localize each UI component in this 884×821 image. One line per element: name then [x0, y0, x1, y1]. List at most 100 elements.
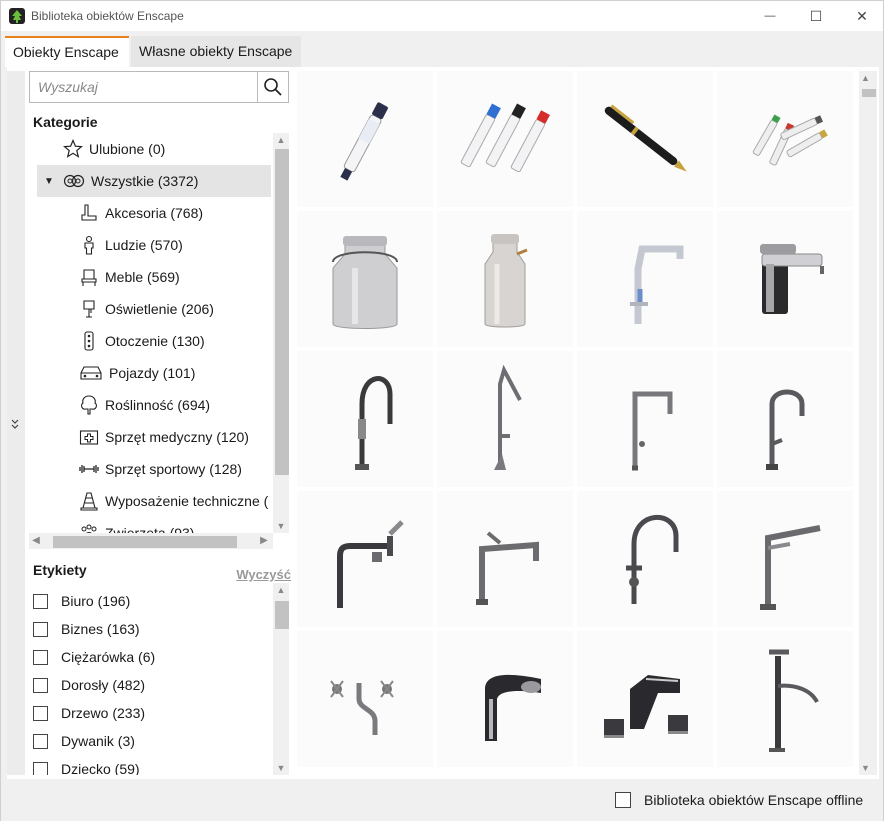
- collapse-arrow-icon[interactable]: ▼: [43, 176, 55, 187]
- asset-tile-faucet-square[interactable]: [577, 351, 713, 487]
- category-scroll-thumb[interactable]: [275, 149, 289, 475]
- footer-bar: Biblioteka obiektów Enscape offline: [1, 781, 883, 821]
- maximize-button[interactable]: ☐: [793, 1, 839, 31]
- tag-label: Ciężarówka (6): [61, 649, 156, 665]
- category-sports[interactable]: Sprzęt sportowy (128): [37, 453, 271, 485]
- scroll-left-icon[interactable]: ◀: [29, 533, 43, 549]
- tag-item[interactable]: Biznes (163): [33, 617, 140, 641]
- category-lighting[interactable]: Oświetlenie (206): [37, 293, 271, 325]
- lamp-icon: [79, 299, 99, 319]
- asset-tile-faucet-flat[interactable]: [437, 491, 573, 627]
- car-icon: [79, 363, 103, 383]
- category-accessories[interactable]: Akcesoria (768): [37, 197, 271, 229]
- tag-item[interactable]: Drzewo (233): [33, 701, 145, 725]
- maximize-icon: ☐: [809, 7, 823, 24]
- all-icon: [63, 171, 85, 191]
- category-label: Wszystkie (3372): [91, 173, 199, 189]
- category-vegetation[interactable]: Roślinność (694): [37, 389, 271, 421]
- asset-tile-faucet-spring[interactable]: [297, 351, 433, 487]
- tag-checkbox[interactable]: [33, 733, 48, 749]
- category-scrollbar[interactable]: ▲ ▼: [273, 133, 289, 533]
- scroll-right-icon[interactable]: ▶: [257, 533, 271, 549]
- categories-heading: Kategorie: [33, 114, 98, 130]
- window-title: Biblioteka obiektów Enscape: [31, 9, 184, 23]
- tag-checkbox[interactable]: [33, 649, 48, 665]
- tag-checkbox[interactable]: [33, 761, 48, 775]
- minimize-button[interactable]: —: [747, 1, 793, 31]
- search-box: [29, 71, 289, 103]
- tab-bar: Obiekty Enscape Własne obiekty Enscape: [1, 33, 883, 67]
- tab-enscape-objects[interactable]: Obiekty Enscape: [5, 36, 129, 67]
- filter-panel: Kategorie Ulubione (0) ▼ Wszystkie (3372…: [29, 71, 291, 775]
- tag-checkbox[interactable]: [33, 677, 48, 693]
- tag-item[interactable]: Ciężarówka (6): [33, 645, 155, 669]
- grid-scroll-thumb[interactable]: [862, 89, 876, 97]
- tags-scroll-thumb[interactable]: [275, 601, 289, 629]
- paw-icon: [79, 523, 99, 533]
- scroll-up-icon[interactable]: ▲: [273, 583, 289, 597]
- category-technical[interactable]: Wyposażenie techniczne (: [37, 485, 271, 517]
- asset-tile-milk-can-large[interactable]: [297, 211, 433, 347]
- tag-checkbox[interactable]: [33, 621, 48, 637]
- asset-tile-wall-mixer[interactable]: [297, 631, 433, 767]
- close-button[interactable]: ✕: [839, 1, 884, 31]
- asset-tile-pen[interactable]: [577, 71, 713, 207]
- tag-item[interactable]: Biuro (196): [33, 589, 130, 613]
- category-label: Ludzie (570): [105, 237, 183, 253]
- scroll-down-icon[interactable]: ▼: [273, 519, 289, 533]
- category-medical[interactable]: Sprzęt medyczny (120): [37, 421, 271, 453]
- tag-item[interactable]: Dywanik (3): [33, 729, 135, 753]
- category-label: Roślinność (694): [105, 397, 211, 413]
- tag-item[interactable]: Dorosły (482): [33, 673, 145, 697]
- tags-scrollbar[interactable]: ▲ ▼: [273, 583, 289, 775]
- asset-tile-milk-can-small[interactable]: [437, 211, 573, 347]
- category-horizontal-scrollbar[interactable]: ◀ ▶: [29, 533, 273, 549]
- tag-label: Biznes (163): [61, 621, 140, 637]
- collapse-panel-icon[interactable]: [11, 417, 19, 434]
- panel-collapse-strip[interactable]: [7, 71, 25, 775]
- scroll-down-icon[interactable]: ▼: [273, 761, 289, 775]
- category-label: Oświetlenie (206): [105, 301, 214, 317]
- category-vehicles[interactable]: Pojazdy (101): [37, 357, 271, 389]
- scroll-down-icon[interactable]: ▼: [861, 763, 870, 773]
- tag-label: Dorosły (482): [61, 677, 146, 693]
- tag-checkbox[interactable]: [33, 593, 48, 609]
- tag-item[interactable]: Dziecko (59): [33, 757, 140, 775]
- search-input[interactable]: [30, 72, 258, 102]
- asset-tile-sensor-tap[interactable]: [437, 631, 573, 767]
- offline-label: Biblioteka obiektów Enscape offline: [644, 792, 864, 808]
- offline-checkbox[interactable]: [615, 792, 631, 808]
- asset-tile-faucet-arc[interactable]: [577, 491, 713, 627]
- tab-custom-objects[interactable]: Własne obiekty Enscape: [131, 36, 301, 67]
- asset-tile-marker-white[interactable]: [297, 71, 433, 207]
- asset-grid-scrollbar[interactable]: ▲ ▼: [859, 71, 877, 775]
- tag-checkbox[interactable]: [33, 705, 48, 721]
- minimize-icon: —: [764, 10, 776, 22]
- scroll-up-icon[interactable]: ▲: [861, 73, 870, 83]
- category-all[interactable]: ▼ Wszystkie (3372): [37, 165, 271, 197]
- category-people[interactable]: Ludzie (570): [37, 229, 271, 261]
- category-animals[interactable]: Zwierzęta (93): [37, 517, 271, 533]
- asset-tile-markers-set[interactable]: [437, 71, 573, 207]
- asset-tile-markers-small[interactable]: [717, 71, 853, 207]
- library-content: Kategorie Ulubione (0) ▼ Wszystkie (3372…: [7, 67, 879, 779]
- asset-tile-waterfall-set[interactable]: [577, 631, 713, 767]
- horizontal-scroll-thumb[interactable]: [53, 536, 237, 548]
- clear-tags-link[interactable]: Wyczyść: [236, 567, 291, 582]
- asset-grid: [297, 71, 857, 775]
- asset-tile-tall-basin-tap[interactable]: [717, 631, 853, 767]
- tag-label: Biuro (196): [61, 593, 131, 609]
- asset-tile-faucet-basin[interactable]: [717, 211, 853, 347]
- category-furniture[interactable]: Meble (569): [37, 261, 271, 293]
- scroll-up-icon[interactable]: ▲: [273, 133, 289, 147]
- asset-tile-faucet-curved[interactable]: [717, 351, 853, 487]
- search-button[interactable]: [257, 72, 288, 102]
- category-surroundings[interactable]: Otoczenie (130): [37, 325, 271, 357]
- tag-label: Drzewo (233): [61, 705, 146, 721]
- offline-library-toggle[interactable]: Biblioteka obiektów Enscape offline: [615, 792, 863, 808]
- category-favorites[interactable]: Ulubione (0): [37, 133, 271, 165]
- asset-tile-faucet-lever[interactable]: [717, 491, 853, 627]
- asset-tile-faucet-gooseneck[interactable]: [437, 351, 573, 487]
- asset-tile-faucet-wall[interactable]: [297, 491, 433, 627]
- asset-tile-faucet-blue[interactable]: [577, 211, 713, 347]
